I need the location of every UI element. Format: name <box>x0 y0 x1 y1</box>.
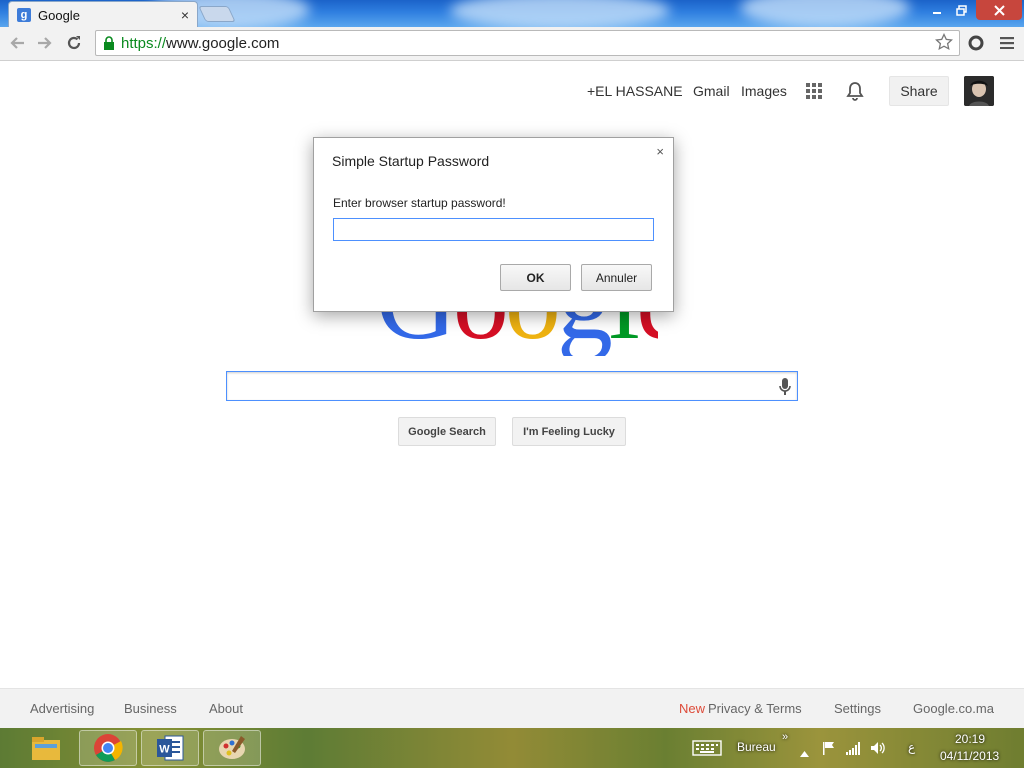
google-favicon-icon: g <box>17 8 31 22</box>
privacy-terms-link[interactable]: Privacy & Terms <box>708 701 802 716</box>
share-button[interactable]: Share <box>889 76 949 106</box>
password-input[interactable] <box>333 218 654 241</box>
dialog-title: Simple Startup Password <box>332 153 490 169</box>
microphone-icon[interactable] <box>779 378 791 396</box>
cancel-button[interactable]: Annuler <box>581 264 652 291</box>
user-profile-link[interactable]: +EL HASSANE <box>587 83 683 99</box>
images-link[interactable]: Images <box>741 83 787 99</box>
network-signal-icon[interactable] <box>846 741 862 760</box>
minimize-window-icon[interactable] <box>926 0 948 20</box>
url-text: https://www.google.com <box>121 35 279 52</box>
address-bar[interactable]: https://www.google.com <box>95 30 960 56</box>
notifications-bell-icon[interactable] <box>846 81 864 101</box>
extension-icon[interactable] <box>965 32 987 54</box>
clock-date[interactable]: 04/11/2013 <box>940 749 999 763</box>
chrome-icon[interactable] <box>79 730 137 766</box>
dialog-message: Enter browser startup password! <box>333 196 506 210</box>
restore-window-icon[interactable] <box>950 0 972 20</box>
google-search-button[interactable]: Google Search <box>398 417 496 446</box>
startup-password-dialog: Simple Startup Password × Enter browser … <box>313 137 674 312</box>
sky-cloud <box>740 0 910 27</box>
feeling-lucky-button[interactable]: I'm Feeling Lucky <box>512 417 626 446</box>
clock-time[interactable]: 20:19 <box>955 732 985 746</box>
search-input[interactable] <box>226 371 798 401</box>
close-tab-icon[interactable]: × <box>181 7 189 23</box>
desktop-toolbar-label[interactable]: Bureau <box>737 740 776 754</box>
bookmark-star-icon[interactable] <box>935 32 953 56</box>
page-footer: Advertising Business About New Privacy &… <box>0 688 1024 728</box>
url-host: www.google.com <box>166 34 280 52</box>
action-center-flag-icon[interactable] <box>822 741 836 760</box>
sky-cloud <box>450 0 670 27</box>
word-icon[interactable]: W <box>141 730 199 766</box>
settings-link[interactable]: Settings <box>834 701 881 716</box>
new-badge: New <box>679 701 706 716</box>
gmail-link[interactable]: Gmail <box>693 83 730 99</box>
google-ma-link[interactable]: Google.co.ma <box>913 701 994 716</box>
advertising-link[interactable]: Advertising <box>30 701 94 716</box>
volume-speaker-icon[interactable] <box>870 741 886 760</box>
forward-arrow-icon[interactable] <box>34 32 56 54</box>
paint-icon[interactable] <box>203 730 261 766</box>
windows-taskbar: W Bureau » ع 20:19 04/11/2013 <box>0 728 1024 768</box>
chrome-menu-icon[interactable] <box>996 32 1018 54</box>
business-link[interactable]: Business <box>124 701 177 716</box>
keyboard-icon[interactable] <box>692 740 722 756</box>
url-scheme: https:// <box>121 34 167 52</box>
svg-text:W: W <box>159 744 170 756</box>
show-hidden-icons-icon[interactable] <box>800 744 809 762</box>
close-window-icon[interactable] <box>976 0 1022 20</box>
about-link[interactable]: About <box>209 701 243 716</box>
file-explorer-icon[interactable] <box>17 730 75 766</box>
browser-tab[interactable]: g Google × <box>8 1 198 27</box>
input-language-indicator[interactable]: ع <box>908 740 915 754</box>
toolbar-chevron-icon[interactable]: » <box>782 731 788 743</box>
secure-lock-icon <box>103 36 115 50</box>
reload-icon[interactable] <box>63 32 85 54</box>
tab-title: Google <box>38 7 80 23</box>
ok-button[interactable]: OK <box>500 264 571 291</box>
user-avatar[interactable] <box>964 76 994 106</box>
window-title-bar: g Google × <box>0 0 1024 27</box>
browser-toolbar: https://www.google.com <box>0 27 1024 61</box>
back-arrow-icon[interactable] <box>6 32 28 54</box>
close-dialog-icon[interactable]: × <box>656 144 664 159</box>
apps-grid-icon[interactable] <box>806 83 822 99</box>
